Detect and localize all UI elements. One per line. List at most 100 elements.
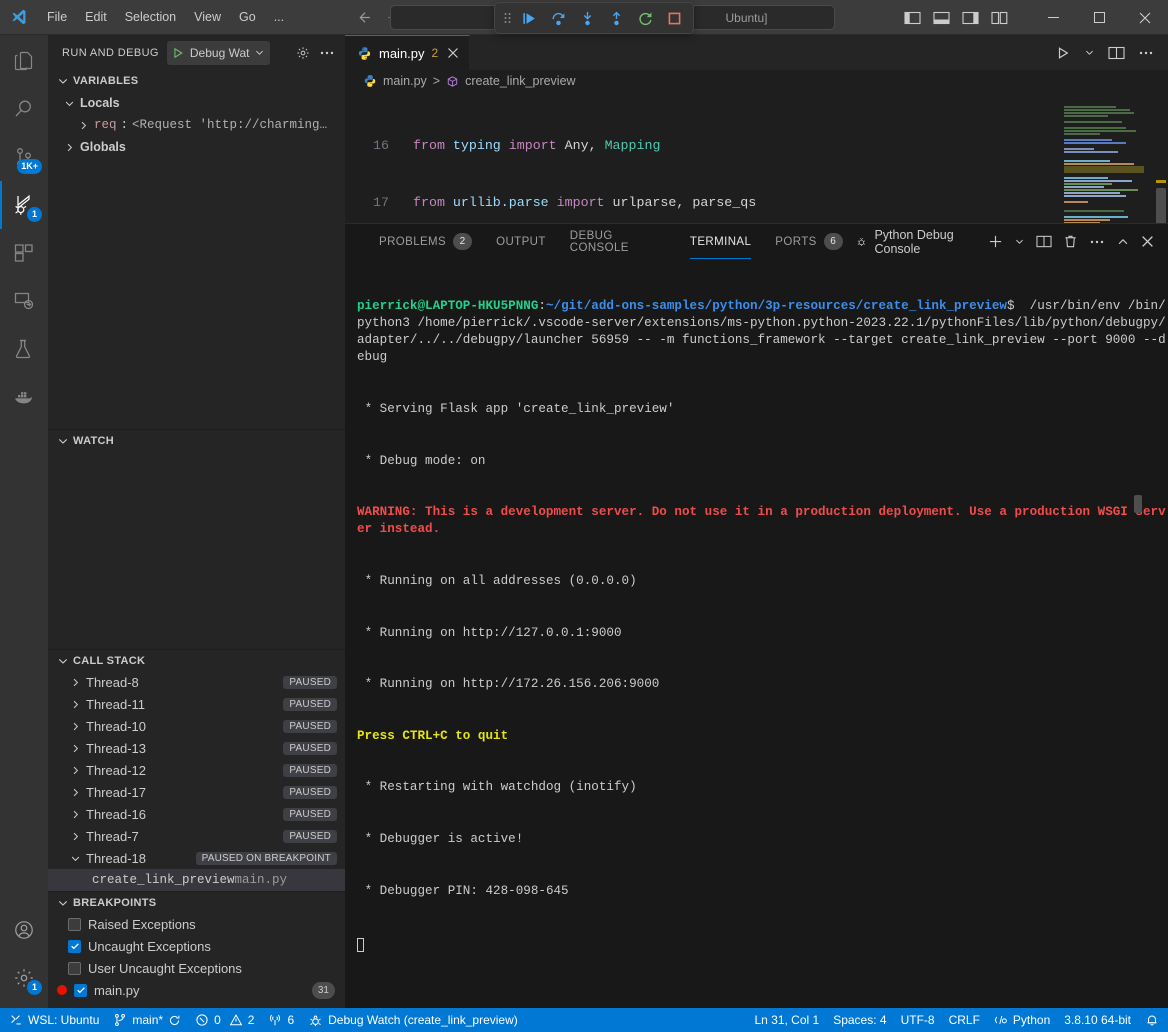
customize-layout-icon[interactable] — [991, 10, 1008, 26]
more-actions-icon[interactable] — [1138, 45, 1154, 61]
more-actions-icon[interactable] — [1089, 234, 1105, 250]
close-button[interactable] — [1122, 0, 1168, 35]
activitybar-item-extensions[interactable] — [0, 229, 48, 277]
callstack-thread[interactable]: Thread-12 PAUSED — [48, 759, 345, 781]
editor-scrollbar[interactable] — [1154, 92, 1168, 223]
tab-output[interactable]: OUTPUT — [484, 224, 558, 259]
status-cursor-position[interactable]: Ln 31, Col 1 — [747, 1008, 826, 1032]
split-editor-icon[interactable] — [1108, 45, 1125, 61]
back-icon[interactable] — [355, 9, 372, 26]
step-into-button[interactable] — [573, 5, 602, 31]
menu-file[interactable]: File — [38, 7, 76, 27]
callstack-thread[interactable]: Thread-17 PAUSED — [48, 781, 345, 803]
chevron-right-icon[interactable] — [68, 742, 82, 755]
panel-actions[interactable]: Python Debug Console — [855, 228, 1168, 256]
variables-scope-globals[interactable]: Globals — [48, 136, 345, 158]
menu-go[interactable]: Go — [230, 7, 265, 27]
editor-actions[interactable] — [1041, 35, 1168, 70]
chevron-down-icon[interactable] — [62, 97, 76, 110]
callstack-thread[interactable]: Thread-16 PAUSED — [48, 803, 345, 825]
status-indentation[interactable]: Spaces: 4 — [826, 1008, 893, 1032]
checkbox[interactable] — [68, 962, 81, 975]
variable-row-req[interactable]: req: <Request 'http://charming-tro… — [48, 114, 345, 136]
more-icon[interactable] — [319, 45, 335, 61]
window-controls[interactable] — [1030, 0, 1168, 35]
toggle-panel-icon[interactable] — [933, 10, 950, 26]
split-terminal-icon[interactable] — [1036, 234, 1052, 249]
maximize-button[interactable] — [1076, 0, 1122, 35]
stop-button[interactable] — [660, 5, 689, 31]
callstack-thread[interactable]: Thread-10 PAUSED — [48, 715, 345, 737]
editor-scrollbar-thumb[interactable] — [1156, 188, 1166, 223]
menu-bar[interactable]: File Edit Selection View Go ... — [38, 7, 293, 27]
checkbox[interactable] — [74, 984, 87, 997]
breadcrumb-file[interactable]: main.py — [383, 74, 427, 88]
chevron-right-icon[interactable] — [68, 764, 82, 777]
menu-view[interactable]: View — [185, 7, 230, 27]
terminal-selector[interactable]: Python Debug Console — [855, 228, 977, 256]
line-number-gutter[interactable]: 16 17 18 19 20 21 22 23 24 25 26 27 28 2… — [345, 92, 403, 223]
debug-config-dropdown[interactable]: Debug Wat — [167, 41, 271, 65]
status-eol[interactable]: CRLF — [942, 1008, 987, 1032]
callstack-thread[interactable]: Thread-11 PAUSED — [48, 693, 345, 715]
chevron-down-icon[interactable] — [1014, 236, 1025, 247]
activitybar-item-run-and-debug[interactable]: 1 — [0, 181, 48, 229]
status-debug-session[interactable]: Debug Watch (create_link_preview) — [301, 1008, 525, 1032]
tab-main-py[interactable]: main.py 2 — [345, 35, 470, 70]
chevron-down-icon[interactable] — [1084, 47, 1095, 58]
step-out-button[interactable] — [602, 5, 631, 31]
minimize-button[interactable] — [1030, 0, 1076, 35]
maximize-panel-icon[interactable] — [1116, 235, 1130, 249]
layout-controls[interactable] — [904, 0, 1008, 35]
status-language-mode[interactable]: Python — [987, 1008, 1057, 1032]
tab-terminal[interactable]: TERMINAL — [678, 224, 763, 259]
activitybar-item-explorer[interactable] — [0, 37, 48, 85]
tab-debug-console[interactable]: DEBUG CONSOLE — [558, 224, 678, 259]
tab-problems[interactable]: PROBLEMS 2 — [367, 224, 484, 259]
callstack-thread[interactable]: Thread-8 PAUSED — [48, 671, 345, 693]
terminal-output[interactable]: pierrick@LAPTOP-HKU5PNNG:~/git/add-ons-s… — [345, 259, 1168, 1008]
chevron-right-icon[interactable] — [68, 698, 82, 711]
breakpoint-item-raised-exceptions[interactable]: Raised Exceptions — [48, 913, 345, 935]
terminal-scrollbar-thumb[interactable] — [1134, 495, 1142, 513]
toggle-secondary-sidebar-icon[interactable] — [962, 10, 979, 26]
status-encoding[interactable]: UTF-8 — [894, 1008, 942, 1032]
menu-more[interactable]: ... — [265, 7, 293, 27]
breakpoint-item-main-py[interactable]: main.py 31 — [48, 979, 345, 1001]
debug-toolbar[interactable] — [494, 2, 694, 34]
checkbox[interactable] — [68, 918, 81, 931]
chevron-right-icon[interactable] — [68, 786, 82, 799]
breadcrumb[interactable]: main.py > create_link_preview — [345, 70, 1168, 92]
close-panel-icon[interactable] — [1141, 235, 1154, 248]
activitybar-item-settings[interactable]: 1 — [0, 954, 48, 1002]
drag-handle-icon[interactable] — [499, 10, 515, 26]
kill-terminal-icon[interactable] — [1063, 234, 1078, 249]
restart-button[interactable] — [631, 5, 660, 31]
toggle-primary-sidebar-icon[interactable] — [904, 10, 921, 26]
status-notifications[interactable] — [1138, 1008, 1166, 1032]
checkbox[interactable] — [68, 940, 81, 953]
callstack-section-header[interactable]: CALL STACK — [48, 649, 345, 671]
chevron-right-icon[interactable] — [68, 720, 82, 733]
tab-ports[interactable]: PORTS 6 — [763, 224, 854, 259]
breakpoints-section-header[interactable]: BREAKPOINTS — [48, 891, 345, 913]
chevron-right-icon[interactable] — [68, 676, 82, 689]
callstack-frame-row[interactable]: create_link_preview main.py — [48, 869, 345, 891]
chevron-right-icon[interactable] — [76, 119, 90, 132]
activitybar-item-testing[interactable] — [0, 325, 48, 373]
menu-edit[interactable]: Edit — [76, 7, 116, 27]
activitybar-item-accounts[interactable] — [0, 906, 48, 954]
callstack-thread[interactable]: Thread-13 PAUSED — [48, 737, 345, 759]
close-icon[interactable] — [447, 47, 459, 59]
chevron-down-icon[interactable] — [68, 852, 82, 865]
status-problems[interactable]: 0 2 — [188, 1008, 261, 1032]
activitybar-item-search[interactable] — [0, 85, 48, 133]
watch-expressions-list[interactable] — [48, 451, 345, 649]
breakpoint-item-uncaught-exceptions[interactable]: Uncaught Exceptions — [48, 935, 345, 957]
activitybar-item-docker[interactable] — [0, 373, 48, 421]
activitybar-item-source-control[interactable]: 1K+ — [0, 133, 48, 181]
breadcrumb-symbol[interactable]: create_link_preview — [465, 74, 575, 88]
new-terminal-icon[interactable] — [988, 234, 1003, 249]
callstack-thread[interactable]: Thread-7 PAUSED — [48, 825, 345, 847]
status-git-branch[interactable]: main* — [106, 1008, 188, 1032]
